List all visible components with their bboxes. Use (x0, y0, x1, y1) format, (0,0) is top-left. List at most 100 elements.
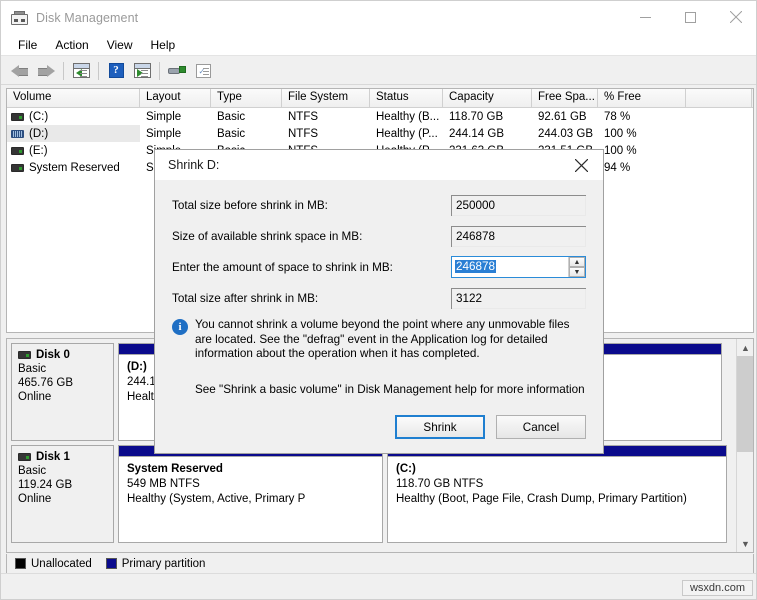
dialog-title: Shrink D: (168, 158, 220, 172)
table-row[interactable]: (C:) Simple Basic NTFS Healthy (B... 118… (7, 108, 753, 125)
volume-icon-selected (11, 129, 24, 138)
maximize-icon[interactable] (668, 1, 713, 33)
cell-volume: (D:) (7, 125, 140, 142)
column-header-type[interactable]: Type (211, 89, 282, 107)
scrollbar-thumb[interactable] (737, 356, 753, 452)
column-header-layout[interactable]: Layout (140, 89, 211, 107)
shrink-amount-input[interactable]: 246878 ▲ ▼ (451, 256, 586, 278)
legend: Unallocated Primary partition (6, 554, 754, 574)
shrink-button[interactable]: Shrink (395, 415, 485, 439)
close-icon[interactable] (713, 1, 756, 33)
column-header-status[interactable]: Status (370, 89, 443, 107)
forward-icon[interactable] (33, 59, 59, 83)
column-header-file-system[interactable]: File System (282, 89, 370, 107)
disk-icon (18, 453, 31, 461)
column-header-percent-free[interactable]: % Free (598, 89, 686, 107)
cell-layout: Simple (146, 127, 182, 140)
properties-icon[interactable]: ✓ (190, 59, 216, 83)
shrink-dialog: Shrink D: Total size before shrink in MB… (154, 149, 604, 454)
cell-volume-label: (D:) (29, 127, 49, 140)
available-shrink-space-value: 246878 (451, 225, 586, 247)
legend-swatch-primary (105, 558, 117, 569)
rescan-disks-icon[interactable] (164, 59, 190, 83)
column-header-free-space[interactable]: Free Spa... (532, 89, 598, 107)
cell-percent-free: 94 % (604, 161, 631, 174)
menu-bar: File Action View Help (1, 34, 756, 56)
partition-c[interactable]: (C:) 118.70 GB NTFS Healthy (Boot, Page … (387, 445, 727, 543)
disk-state-1: Online (18, 493, 52, 505)
window-controls (623, 1, 756, 34)
field-label: Total size before shrink in MB: (172, 198, 328, 212)
help-icon[interactable]: ? (103, 59, 129, 83)
volume-list-header: Volume Layout Type File System Status Ca… (7, 89, 753, 108)
cell-volume: (C:) (7, 108, 140, 125)
show-hide-console-tree-icon[interactable] (68, 59, 94, 83)
cell-volume-label: (E:) (29, 144, 48, 157)
partition-name: (C:) (396, 463, 416, 475)
volume-icon (11, 146, 24, 155)
cancel-button[interactable]: Cancel (496, 415, 586, 439)
disk-label: Disk 1 (36, 451, 70, 463)
disk-name-1: Disk 1 (18, 451, 107, 463)
toolbar-separator (159, 61, 160, 80)
cell-capacity: 118.70 GB (449, 110, 504, 123)
volume-icon (11, 163, 24, 172)
table-row[interactable]: (D:) Simple Basic NTFS Healthy (P... 244… (7, 125, 753, 142)
scrollbar-track[interactable] (737, 356, 753, 535)
cell-volume-label: System Reserved (29, 161, 120, 174)
menu-item-view[interactable]: View (98, 36, 142, 54)
disk-type-1: Basic (18, 465, 47, 477)
field-available-shrink-space: Size of available shrink space in MB: 24… (172, 225, 586, 247)
cell-percent-free: 78 % (604, 110, 631, 123)
toolbar-separator (98, 61, 99, 80)
dialog-help-text: See "Shrink a basic volume" in Disk Mana… (195, 382, 585, 396)
field-total-size-before: Total size before shrink in MB: 250000 (172, 194, 586, 216)
column-header-capacity[interactable]: Capacity (443, 89, 532, 107)
back-icon[interactable] (7, 59, 33, 83)
spinner-up-icon[interactable]: ▲ (569, 257, 585, 267)
cell-layout: Simple (146, 110, 182, 123)
cell-volume-label: (C:) (29, 110, 49, 123)
dialog-buttons: Shrink Cancel (384, 415, 586, 439)
cell-free-space: 92.61 GB (538, 110, 587, 123)
legend-item-unallocated: Unallocated (15, 558, 92, 570)
cell-file-system: NTFS (288, 110, 319, 123)
menu-item-help[interactable]: Help (142, 36, 185, 54)
volume-icon (11, 112, 24, 121)
dialog-body: Total size before shrink in MB: 250000 S… (155, 180, 603, 396)
partition-system-reserved[interactable]: System Reserved 549 MB NTFS Healthy (Sys… (118, 445, 383, 543)
dialog-title-bar: Shrink D: (155, 150, 603, 180)
partition-size: 549 MB NTFS (127, 478, 200, 490)
status-bar: wsxdn.com (1, 573, 756, 599)
partition-name: System Reserved (127, 463, 223, 475)
disk-type-0: Basic (18, 363, 47, 375)
column-header-blank[interactable] (686, 89, 752, 107)
column-header-volume[interactable]: Volume (7, 89, 140, 107)
disk-info-0[interactable]: Disk 0 Basic 465.76 GB Online (11, 343, 114, 441)
toolbar: ? ✓ (1, 57, 756, 85)
disk-info-1[interactable]: Disk 1 Basic 119.24 GB Online (11, 445, 114, 543)
legend-label-unallocated: Unallocated (31, 557, 92, 570)
disk-name-0: Disk 0 (18, 349, 107, 361)
partition-size: 118.70 GB NTFS (396, 478, 484, 490)
spinner-down-icon[interactable]: ▼ (569, 267, 585, 277)
show-action-pane-icon[interactable] (129, 59, 155, 83)
cell-percent-free: 100 % (604, 127, 637, 140)
disk-row-1: Disk 1 Basic 119.24 GB Online System Res… (11, 445, 749, 543)
shrink-amount-stepper[interactable]: ▲ ▼ (568, 257, 585, 277)
cell-type: Basic (217, 127, 246, 140)
legend-label-primary: Primary partition (121, 557, 206, 570)
menu-item-action[interactable]: Action (46, 36, 97, 54)
scroll-up-icon[interactable]: ▲ (737, 339, 753, 356)
cell-percent-free: 100 % (604, 144, 637, 157)
disk-panel-scrollbar[interactable]: ▲ ▼ (736, 339, 753, 552)
cell-free-space: 244.03 GB (538, 127, 593, 140)
window-title: Disk Management (36, 10, 139, 25)
close-icon[interactable] (559, 150, 603, 180)
scroll-down-icon[interactable]: ▼ (737, 535, 753, 552)
minimize-icon[interactable] (623, 1, 668, 33)
shrink-amount-text[interactable]: 246878 (452, 257, 568, 277)
disk-state-0: Online (18, 391, 52, 403)
menu-item-file[interactable]: File (9, 36, 46, 54)
disk-management-icon (11, 10, 28, 25)
